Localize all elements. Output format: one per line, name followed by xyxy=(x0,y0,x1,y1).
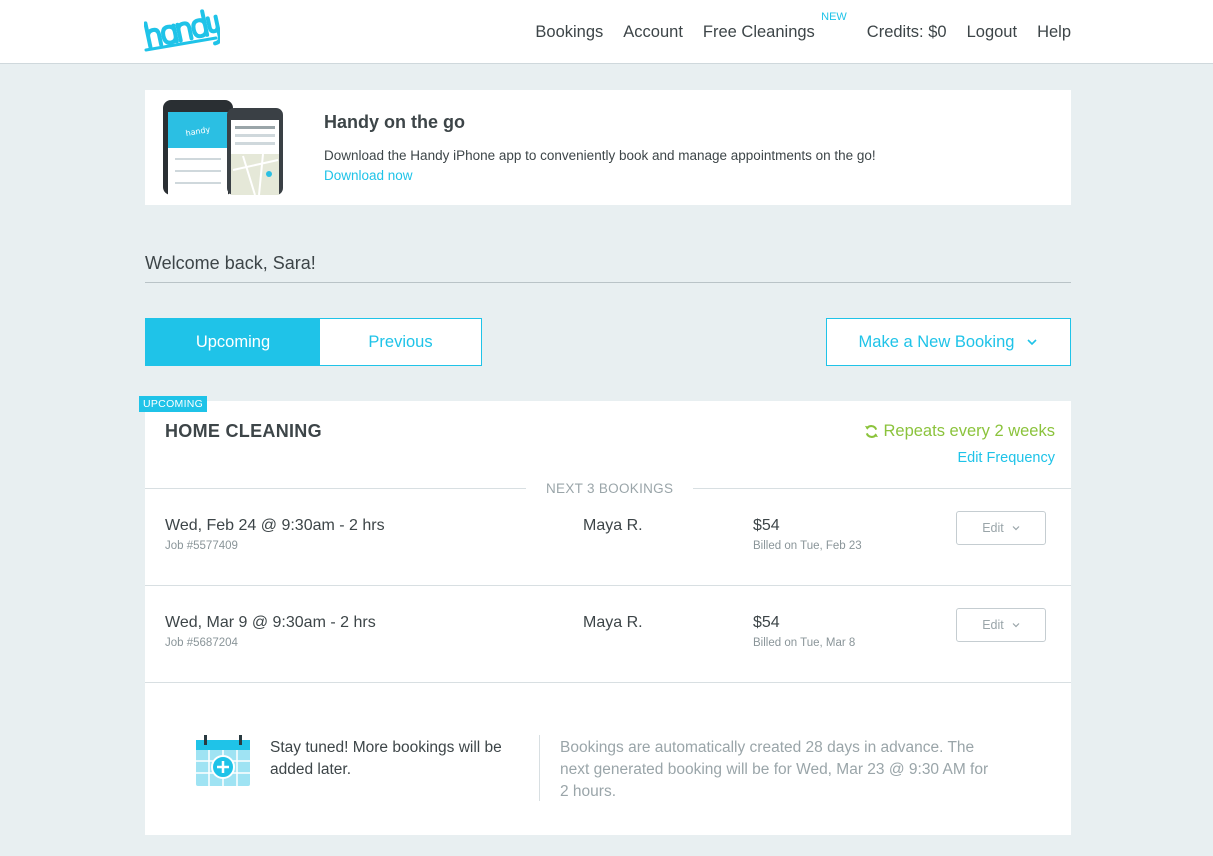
booking-price: $54 xyxy=(753,517,780,534)
refresh-icon xyxy=(865,425,879,438)
pro-name: Maya R. xyxy=(583,517,643,534)
top-header: Bookings Account Free Cleanings NEW Cred… xyxy=(0,0,1213,64)
welcome-message: Welcome back, Sara! xyxy=(145,253,1071,283)
make-new-booking-label: Make a New Booking xyxy=(858,332,1015,351)
job-number: Job #5577409 xyxy=(165,540,238,552)
booking-datetime: Wed, Feb 24 @ 9:30am - 2 hrs xyxy=(165,517,385,534)
repeat-frequency-label: Repeats every 2 weeks xyxy=(883,422,1055,440)
job-number: Job #5687204 xyxy=(165,637,238,649)
booking-row: Wed, Mar 9 @ 9:30am - 2 hrs Job #5687204… xyxy=(145,586,1071,683)
nav-free-cleanings-label[interactable]: Free Cleanings xyxy=(703,23,815,41)
billed-date: Billed on Tue, Feb 23 xyxy=(753,540,862,552)
booking-price: $54 xyxy=(753,614,780,631)
card-title: HOME CLEANING xyxy=(165,421,322,441)
tab-upcoming[interactable]: Upcoming xyxy=(146,319,320,365)
nav-logout[interactable]: Logout xyxy=(967,23,1017,42)
edit-frequency-link[interactable]: Edit Frequency xyxy=(957,450,1055,466)
tab-previous[interactable]: Previous xyxy=(320,319,481,365)
calendar-plus-icon xyxy=(196,735,250,786)
pro-name: Maya R. xyxy=(583,614,643,631)
nav-account[interactable]: Account xyxy=(623,23,683,42)
repeat-frequency: Repeats every 2 weeks xyxy=(864,422,1055,441)
booking-datetime: Wed, Mar 9 @ 9:30am - 2 hrs xyxy=(165,614,376,631)
chevron-down-icon xyxy=(1027,339,1038,346)
chevron-down-icon xyxy=(1012,623,1020,628)
home-cleaning-card: HOME CLEANING Repeats every 2 weeks Edit… xyxy=(145,401,1071,835)
upcoming-tag: UPCOMING xyxy=(139,396,208,412)
download-now-link[interactable]: Download now xyxy=(324,168,413,183)
auto-booking-info: Bookings are automatically created 28 da… xyxy=(560,739,989,800)
nav-bookings[interactable]: Bookings xyxy=(535,23,603,42)
stay-tuned-text: Stay tuned! More bookings will be added … xyxy=(270,739,502,778)
phones-image: handy xyxy=(163,100,283,195)
booking-row: Wed, Feb 24 @ 9:30am - 2 hrs Job #557740… xyxy=(145,489,1071,586)
promo-description: Download the Handy iPhone app to conveni… xyxy=(324,148,876,163)
promo-title: Handy on the go xyxy=(324,112,465,132)
stay-tuned-section: Stay tuned! More bookings will be added … xyxy=(145,701,1071,835)
edit-booking-button[interactable]: Edit xyxy=(956,608,1046,642)
booking-tabs: Upcoming Previous xyxy=(145,318,482,366)
main-nav: Bookings Account Free Cleanings NEW Cred… xyxy=(535,0,1071,64)
billed-date: Billed on Tue, Mar 8 xyxy=(753,637,856,649)
edit-booking-button[interactable]: Edit xyxy=(956,511,1046,545)
chevron-down-icon xyxy=(1012,526,1020,531)
nav-free-cleanings[interactable]: Free Cleanings NEW xyxy=(703,11,847,42)
divider xyxy=(539,735,540,801)
new-badge: NEW xyxy=(821,10,847,23)
edit-label: Edit xyxy=(982,521,1004,535)
handy-logo[interactable] xyxy=(144,6,220,58)
edit-label: Edit xyxy=(982,618,1004,632)
nav-help[interactable]: Help xyxy=(1037,23,1071,42)
app-promo-banner: handy Handy on the go Download the Handy… xyxy=(145,90,1071,205)
make-new-booking-button[interactable]: Make a New Booking xyxy=(826,318,1071,366)
nav-credits[interactable]: Credits: $0 xyxy=(867,23,947,42)
